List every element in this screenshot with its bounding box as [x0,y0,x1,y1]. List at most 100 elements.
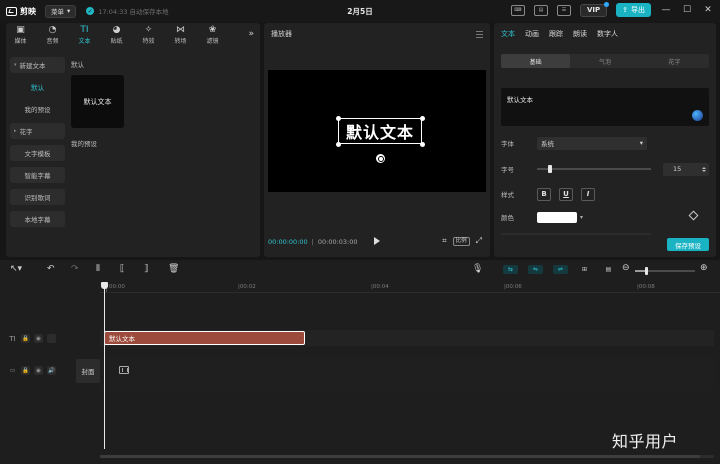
category-local-subtitle[interactable]: 本地字幕 [10,211,65,227]
redo-icon[interactable]: ↷ [71,264,79,275]
rotate-handle-icon[interactable] [376,154,385,163]
resize-handle-icon[interactable] [336,116,341,121]
select-cursor-icon[interactable]: ↖▾ [10,264,22,275]
crop-icon[interactable]: ⌗ [442,236,447,246]
ratio-button[interactable]: 比例 [452,236,470,246]
font-size-slider[interactable] [537,165,651,173]
slider-knob[interactable] [548,165,552,173]
fullscreen-icon[interactable]: ⤢ [476,236,482,246]
eye-icon[interactable]: ◉ [34,334,43,343]
tab-tracking[interactable]: 跟踪 [549,29,563,39]
category-default[interactable]: 默认 [10,79,65,95]
player-header: 播放器 [264,23,490,45]
font-size-input[interactable]: 15 [663,162,709,176]
play-icon[interactable] [374,237,380,245]
tab-audio[interactable]: ◔ 音频 [41,23,64,47]
undo-icon[interactable]: ↶ [47,264,55,275]
ai-assistant-icon[interactable] [692,110,703,121]
time-ruler[interactable]: 00:00 |00:02 |00:04 |00:06 |00:08 [100,281,720,293]
tab-text[interactable]: 文本 [501,29,515,39]
lock-icon[interactable]: 🔒 [21,366,30,375]
main-track-magnet-icon[interactable]: ⇆ [503,265,518,274]
microphone-icon[interactable]: 🎙 [472,264,483,275]
category-text-template[interactable]: 文字模板 [10,145,65,161]
tab-digital-human[interactable]: 数字人 [597,29,618,39]
category-flower-text[interactable]: ▸ 花字 [10,123,65,139]
preview-axis-icon[interactable]: ⊞ [577,265,592,274]
shortcut-keyboard-icon[interactable]: ⌨ [510,4,525,16]
tab-label: 贴纸 [110,38,123,45]
lock-icon[interactable]: 🔒 [21,334,30,343]
preview-canvas[interactable]: 默认文本 [268,70,486,192]
delete-icon[interactable]: 🗑 [168,264,179,275]
resize-handle-icon[interactable] [420,116,425,121]
bold-button[interactable]: B [537,187,551,201]
expand-triangle-icon: ▾ [14,62,17,68]
underline-button[interactable]: U [559,187,573,201]
player-menu-icon[interactable] [476,30,483,38]
timeline-scrollbar[interactable] [100,455,714,458]
category-recognize-lyrics[interactable]: 识别歌词 [10,189,65,205]
zoom-out-icon[interactable]: ⊖ [622,263,630,274]
segment-bubble[interactable]: 气泡 [570,54,639,68]
property-tabs: 文本 动画 跟踪 朗读 数字人 [494,23,716,45]
filter-icon: ❀ [208,25,217,35]
stepper-arrows-icon[interactable] [702,166,706,172]
trim-right-icon[interactable]: ⟧ [144,264,148,275]
track-more-icon[interactable] [47,334,56,343]
playhead[interactable] [104,283,105,449]
close-icon[interactable]: ✕ [702,5,714,15]
text-clip[interactable]: 默认文本 [104,331,305,345]
chevron-down-icon[interactable]: ▾ [580,214,583,221]
resize-handle-icon[interactable] [336,142,341,147]
text-track-icon: TI [9,334,16,343]
tab-sticker[interactable]: ◕ 贴纸 [105,23,128,47]
tab-media[interactable]: ▣ 媒体 [9,23,32,47]
tab-animation[interactable]: 动画 [525,29,539,39]
trim-left-icon[interactable]: ⟦ [120,264,124,275]
vip-button[interactable]: VIP [579,1,610,17]
tab-effects[interactable]: ✧ 特效 [137,23,160,47]
zoom-knob[interactable] [645,267,649,275]
subtitle-track-icon[interactable]: ▤ [601,265,616,274]
resize-handle-icon[interactable] [420,142,425,147]
eye-icon[interactable]: ◉ [34,366,43,375]
canvas-text-box[interactable]: 默认文本 [338,118,422,144]
ruler-tick: |00:04 [371,284,389,290]
tab-transition[interactable]: ⋈ 转场 [169,23,192,47]
linkage-icon[interactable]: ⇌ [553,265,568,274]
font-select[interactable]: 系统 ▾ [537,136,647,150]
tab-read-aloud[interactable]: 朗读 [573,29,587,39]
font-size-label: 字号 [501,166,514,174]
minimize-icon[interactable]: — [660,5,672,15]
category-my-presets[interactable]: 我的预设 [10,101,65,117]
playhead-handle-icon[interactable] [101,282,108,289]
speaker-icon[interactable]: 🔊 [47,366,56,375]
keyframe-icon[interactable] [688,210,699,221]
split-icon[interactable]: ⦀ [96,264,100,275]
effects-icon: ✧ [144,25,153,35]
more-tabs-icon[interactable]: » [248,29,254,39]
zoom-in-icon[interactable]: ⊕ [700,263,708,274]
save-preset-button[interactable]: 保存预设 [667,238,709,251]
segment-basic[interactable]: 基础 [501,54,571,68]
tab-text[interactable]: TI 文本 [73,23,96,47]
segment-flower[interactable]: 花字 [640,54,709,68]
export-button[interactable]: ⇪ 导出 [616,3,651,17]
cover-button[interactable]: 封面 [76,359,100,383]
category-smart-subtitle[interactable]: 智能字幕 [10,167,65,183]
media-panel: ▣ 媒体 ◔ 音频 TI 文本 ◕ 贴纸 ✧ 特效 ⋈ 转场 ❀ 滤镜 » ▾ … [6,23,260,257]
maximize-icon[interactable]: ☐ [681,5,693,15]
tab-filter[interactable]: ❀ 滤镜 [201,23,224,47]
auto-snap-icon[interactable]: ⇋ [528,265,543,274]
text-content-input[interactable]: 默认文本 [501,88,709,126]
category-new-text[interactable]: ▾ 新建文本 [10,57,65,73]
default-text-preset[interactable]: 默认文本 [71,75,124,128]
italic-button[interactable]: I [581,187,595,201]
color-row: 颜色 ▾ [501,210,709,224]
zoom-slider[interactable] [635,267,695,275]
layout-icon[interactable]: ▤ [533,4,548,16]
settings-icon[interactable]: ☰ [556,4,571,16]
menu-button[interactable]: 菜单 ▾ [45,4,77,18]
color-swatch[interactable] [537,211,577,223]
